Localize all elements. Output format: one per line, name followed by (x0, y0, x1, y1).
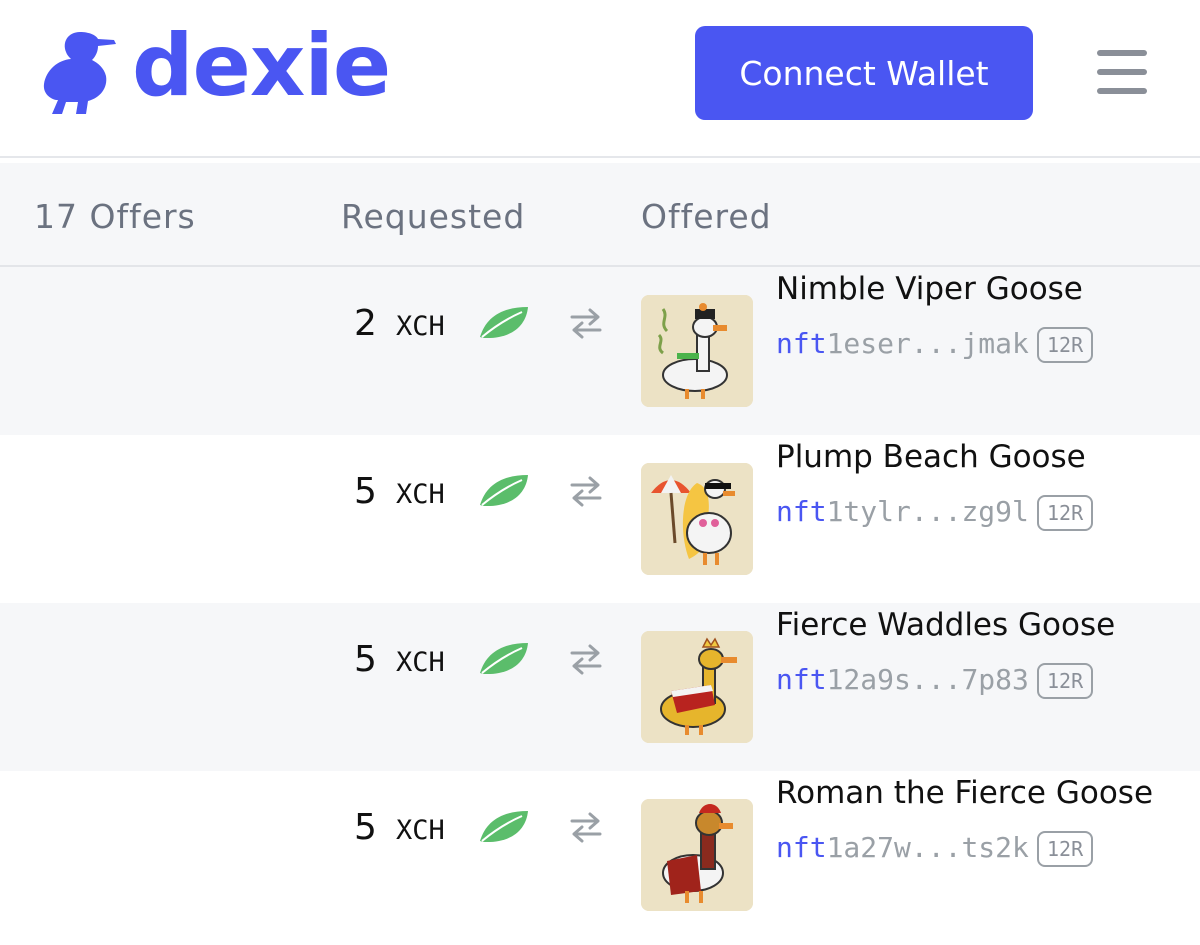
requested-amount: 2 (354, 303, 377, 344)
goose-image (641, 631, 753, 743)
leaf-icon (480, 475, 528, 507)
nft-thumbnail[interactable] (641, 463, 753, 575)
duck-icon (43, 32, 116, 114)
royalty-badge: 12R (1037, 327, 1094, 363)
nft-thumbnail[interactable] (641, 799, 753, 911)
requested-unit: XCH (396, 479, 445, 510)
nft-thumbnail[interactable] (641, 295, 753, 407)
hamburger-menu-icon[interactable] (1097, 50, 1147, 94)
header-divider (0, 156, 1200, 158)
leaf-icon (480, 643, 528, 675)
swap-arrows-icon (570, 812, 602, 843)
requested-amount: 5 (354, 471, 377, 512)
nft-name[interactable]: Roman the Fierce Goose (776, 775, 1153, 811)
nft-id[interactable]: nft1a27w...ts2k (776, 831, 1029, 864)
offer-row[interactable]: 5 XCH Plump Beach Goose nft1tylr...zg9l … (0, 435, 1200, 603)
nft-id-prefix: nft (776, 327, 827, 360)
connect-wallet-button[interactable]: Connect Wallet (695, 26, 1033, 120)
header: dexie Connect Wallet (0, 0, 1200, 156)
logo-text: dexie (132, 16, 391, 116)
requested-unit: XCH (396, 815, 445, 846)
nft-thumbnail[interactable] (641, 631, 753, 743)
offers-count: 17 Offers (34, 197, 196, 236)
royalty-badge: 12R (1037, 663, 1094, 699)
royalty-badge: 12R (1037, 495, 1094, 531)
dexie-logo[interactable]: dexie (40, 16, 391, 122)
nft-id-rest: 1a27w...ts2k (826, 831, 1029, 864)
nft-name[interactable]: Fierce Waddles Goose (776, 607, 1115, 643)
leaf-icon (480, 811, 528, 843)
requested-unit: XCH (396, 647, 445, 678)
swap-arrows-icon (570, 308, 602, 339)
offer-row[interactable]: 5 XCH Roman the Fierce Goose nft1a27w...… (0, 771, 1200, 939)
column-offered[interactable]: Offered (641, 197, 772, 236)
nft-name[interactable]: Nimble Viper Goose (776, 271, 1083, 307)
offer-row[interactable]: 5 XCH Fierce Waddles Goose nft12a9s...7p… (0, 603, 1200, 771)
requested-amount: 5 (354, 639, 377, 680)
royalty-badge: 12R (1037, 831, 1094, 867)
table-header: 17 Offers Requested Offered (0, 163, 1200, 267)
column-requested[interactable]: Requested (341, 197, 525, 236)
nft-id-prefix: nft (776, 495, 827, 528)
nft-id-prefix: nft (776, 831, 827, 864)
goose-image (641, 295, 753, 407)
swap-arrows-icon (570, 644, 602, 675)
requested-unit: XCH (396, 311, 445, 342)
leaf-icon (480, 307, 528, 339)
goose-image (641, 463, 753, 575)
nft-id-prefix: nft (776, 663, 827, 696)
nft-id[interactable]: nft1tylr...zg9l (776, 495, 1029, 528)
nft-id[interactable]: nft12a9s...7p83 (776, 663, 1029, 696)
goose-image (641, 799, 753, 911)
swap-arrows-icon (570, 476, 602, 507)
nft-name[interactable]: Plump Beach Goose (776, 439, 1086, 475)
offer-row[interactable]: 2 XCH Nimble Viper Goose nft1eser...jmak… (0, 267, 1200, 435)
requested-amount: 5 (354, 807, 377, 848)
nft-id-rest: 12a9s...7p83 (826, 663, 1029, 696)
nft-id-rest: 1tylr...zg9l (826, 495, 1029, 528)
nft-id[interactable]: nft1eser...jmak (776, 327, 1029, 360)
nft-id-rest: 1eser...jmak (826, 327, 1029, 360)
